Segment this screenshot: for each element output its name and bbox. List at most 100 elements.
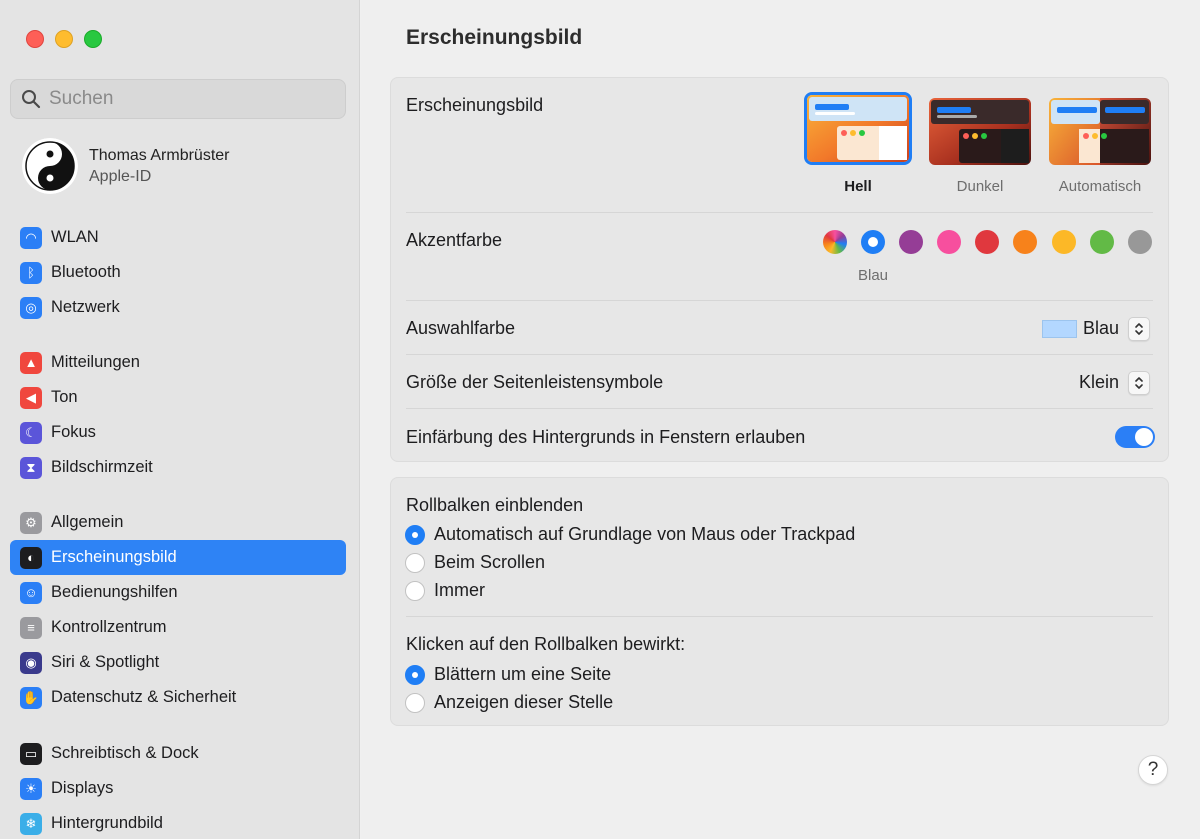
control-center-icon: ≡ (20, 616, 42, 639)
sidebar-item-label: Bildschirmzeit (51, 458, 153, 476)
sidebar-item-kontrollzentrum[interactable]: ≡ Kontrollzentrum (10, 610, 346, 645)
accent-swatch[interactable] (937, 230, 961, 254)
sidebar-icon-size-label: Größe der Seitenleistensymbole (406, 372, 664, 392)
page-title: Erscheinungsbild (406, 26, 583, 49)
accent-swatch[interactable] (1090, 230, 1114, 254)
appearance-option-dark[interactable] (929, 98, 1031, 165)
appearance-option-light[interactable] (804, 92, 912, 165)
sidebar-item-label: Siri & Spotlight (51, 653, 160, 671)
divider (406, 408, 1153, 409)
sidebar-group: ▭ Schreibtisch & Dock ☀ Displays ❄ Hintergrun… (10, 736, 346, 839)
sidebar-group: ⚙ Allgemein ◐ Erscheinungsbild ☺ Bedienungshi… (10, 505, 346, 715)
accent-swatch[interactable] (899, 230, 923, 254)
appearance-caption-light: Hell (844, 178, 872, 195)
close-window-button[interactable] (26, 30, 44, 48)
sidebar-item-label: Fokus (51, 423, 96, 441)
sidebar-item-datenschutz-sicherheit[interactable]: ✋ Datenschutz & Sicherheit (10, 680, 346, 715)
divider (406, 616, 1153, 617)
sidebar-item-label: WLAN (51, 228, 99, 246)
sidebar-item-displays[interactable]: ☀ Displays (10, 771, 346, 806)
search-input[interactable] (49, 88, 329, 110)
sidebar-item-label: Netzwerk (51, 298, 120, 316)
sidebar-item-netzwerk[interactable]: ◎ Netzwerk (10, 290, 346, 325)
dark-mode-preview-icon (929, 98, 1031, 165)
wallpaper-tinting-label: Einfärbung des Hintergrunds in Fenstern … (406, 427, 806, 447)
accent-swatch[interactable] (1052, 230, 1076, 254)
search-icon (22, 90, 41, 109)
appearance-option-auto[interactable] (1049, 98, 1151, 165)
accent-swatch[interactable] (1128, 230, 1152, 254)
highlight-color-popup-button[interactable] (1128, 317, 1150, 341)
accessibility-icon: ☺ (20, 581, 42, 604)
scrollbars-option-auto: Automatisch auf Grundlage von Maus oder … (434, 524, 856, 544)
main-pane: Erscheinungsbild Erscheinungsbild Hell D… (361, 0, 1200, 839)
sidebar-icon-size-value: Klein (1079, 372, 1120, 392)
sidebar-icon-size-popup-button[interactable] (1128, 371, 1150, 395)
profile-subtitle: Apple-ID (89, 168, 152, 185)
highlight-color-value: Blau (1083, 318, 1120, 338)
minimize-window-button[interactable] (55, 30, 73, 48)
sidebar-item-hintergrundbild[interactable]: ❄ Hintergrundbild (10, 806, 346, 839)
help-button[interactable]: ? (1138, 755, 1168, 785)
sidebar-item-label: Bluetooth (51, 263, 121, 281)
sidebar-item-siri-spotlight[interactable]: ◉ Siri & Spotlight (10, 645, 346, 680)
sidebar-item-fokus[interactable]: ☾ Fokus (10, 415, 346, 450)
yin-yang-icon (22, 138, 78, 194)
scroll-click-radio-spot[interactable] (405, 693, 425, 713)
sidebar-group: ▲ Mitteilungen ◀ Ton ☾ Fokus ⧗ Bildschirmzeit (10, 345, 346, 485)
sidebar-item-bedienungshilfen[interactable]: ☺ Bedienungshilfen (10, 575, 346, 610)
sidebar-item-allgemein[interactable]: ⚙ Allgemein (10, 505, 346, 540)
zoom-window-button[interactable] (84, 30, 102, 48)
sidebar-item-label: Schreibtisch & Dock (51, 744, 199, 762)
sidebar-item-label: Mitteilungen (51, 353, 140, 371)
scroll-click-option-page: Blättern um eine Seite (434, 664, 612, 684)
highlight-color-swatch (1042, 320, 1077, 338)
globe-icon: ◎ (20, 296, 42, 319)
window-controls (26, 30, 102, 48)
scroll-click-radio-page[interactable] (405, 665, 425, 685)
sidebar-item-wlan[interactable]: ◠ WLAN (10, 220, 346, 255)
sidebar-item-bildschirmzeit[interactable]: ⧗ Bildschirmzeit (10, 450, 346, 485)
dock-icon: ▭ (20, 742, 42, 765)
accent-swatch[interactable] (975, 230, 999, 254)
selected-indicator (868, 237, 878, 247)
scrollbars-radio-always[interactable] (405, 581, 425, 601)
sidebar-item-mitteilungen[interactable]: ▲ Mitteilungen (10, 345, 346, 380)
scrollbars-option-always: Immer (434, 580, 485, 600)
sidebar-item-erscheinungsbild[interactable]: ◐ Erscheinungsbild (10, 540, 346, 575)
avatar (22, 138, 78, 194)
scrollbars-radio-auto[interactable] (405, 525, 425, 545)
accent-color-label: Akzentfarbe (406, 230, 503, 250)
sidebar-item-ton[interactable]: ◀ Ton (10, 380, 346, 415)
sidebar-item-label: Hintergrundbild (51, 814, 163, 832)
sidebar-group: ◠ WLAN ᛒ Bluetooth ◎ Netzwerk (10, 220, 346, 325)
search-field[interactable] (10, 79, 346, 119)
up-down-chevron-icon (1135, 323, 1143, 335)
sidebar-item-label: Datenschutz & Sicherheit (51, 688, 237, 706)
scrollbars-radio-scrolling[interactable] (405, 553, 425, 573)
hourglass-icon: ⧗ (20, 456, 42, 479)
accent-swatch-multicolor[interactable] (823, 230, 847, 254)
accent-swatch[interactable] (861, 230, 885, 254)
appearance-card: Erscheinungsbild Hell Dunkel Automatisch… (390, 77, 1169, 462)
sidebar-item-label: Bedienungshilfen (51, 583, 178, 601)
wallpaper-tinting-toggle[interactable] (1115, 426, 1155, 448)
gear-icon: ⚙ (20, 511, 42, 534)
sidebar-item-bluetooth[interactable]: ᛒ Bluetooth (10, 255, 346, 290)
sidebar-item-schreibtisch-dock[interactable]: ▭ Schreibtisch & Dock (10, 736, 346, 771)
siri-icon: ◉ (20, 651, 42, 674)
sidebar-item-label: Displays (51, 779, 114, 797)
auto-mode-preview-icon (1049, 98, 1151, 165)
divider (406, 300, 1153, 301)
divider (406, 212, 1153, 213)
hand-icon: ✋ (20, 686, 42, 709)
snowflake-icon: ❄ (20, 812, 42, 835)
appearance-caption-dark: Dunkel (956, 178, 1004, 195)
apple-id-profile[interactable]: Thomas Armbrüster Apple-ID (22, 138, 229, 194)
appearance-caption-auto: Automatisch (1058, 178, 1142, 195)
appearance-label: Erscheinungsbild (406, 95, 544, 115)
scrollbars-option-scrolling: Beim Scrollen (434, 552, 546, 572)
sidebar-item-label: Allgemein (51, 513, 124, 531)
highlight-color-label: Auswahlfarbe (406, 318, 516, 338)
accent-swatch[interactable] (1013, 230, 1037, 254)
